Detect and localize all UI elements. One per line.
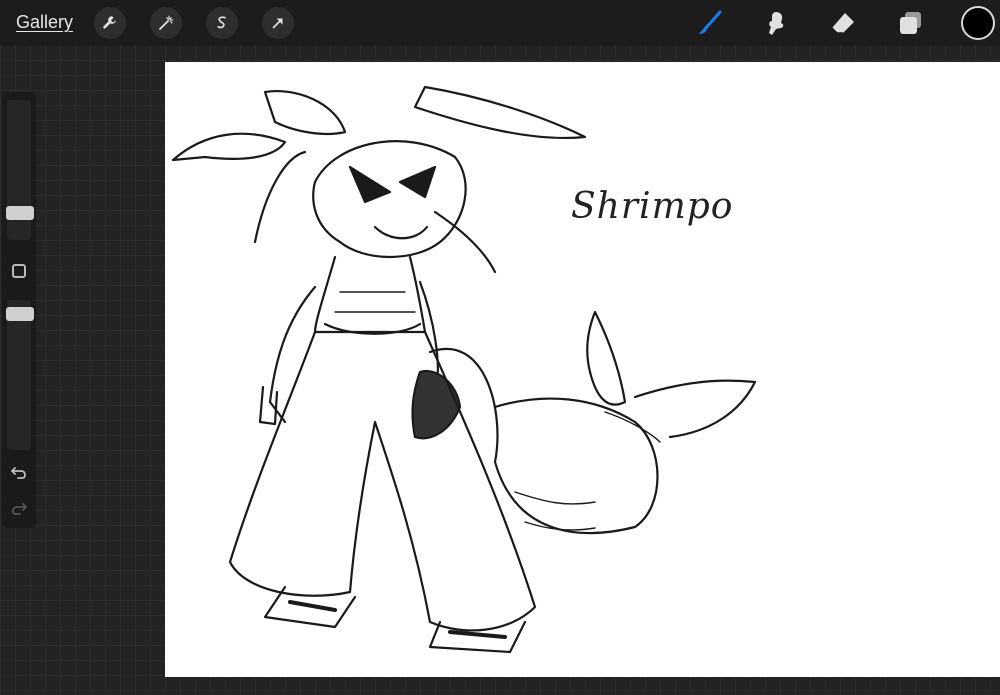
smudge-tool-button[interactable] <box>761 8 791 38</box>
magic-wand-icon <box>159 15 174 30</box>
eraser-tool-button[interactable] <box>828 8 858 38</box>
modify-button[interactable] <box>12 264 26 278</box>
handwritten-label: Shrimpo <box>571 186 734 227</box>
brush-icon <box>699 10 722 34</box>
transform-arrow-icon <box>272 18 283 29</box>
opacity-slider-thumb[interactable] <box>6 307 34 321</box>
drawing-canvas[interactable]: Shrimpo <box>165 62 1000 677</box>
eraser-icon <box>831 13 854 34</box>
transform-button[interactable] <box>262 7 294 39</box>
undo-icon[interactable] <box>9 462 29 482</box>
top-toolbar: Gallery <box>0 0 1000 46</box>
side-toolbar <box>2 92 36 528</box>
redo-icon[interactable] <box>9 498 29 518</box>
adjustments-button[interactable] <box>150 7 182 39</box>
layers-button[interactable] <box>895 8 925 38</box>
brush-size-slider-thumb[interactable] <box>6 206 34 220</box>
wrench-icon <box>103 16 116 29</box>
smudge-icon <box>769 12 784 35</box>
gallery-button[interactable]: Gallery <box>16 12 73 33</box>
selection-button[interactable] <box>206 7 238 39</box>
actions-button[interactable] <box>94 7 126 39</box>
brush-tool-button[interactable] <box>695 8 725 38</box>
character-sketch <box>171 85 757 654</box>
color-picker-button[interactable] <box>961 6 995 40</box>
opacity-slider[interactable] <box>7 300 31 450</box>
layers-icon <box>900 12 921 34</box>
selection-icon <box>217 16 226 29</box>
